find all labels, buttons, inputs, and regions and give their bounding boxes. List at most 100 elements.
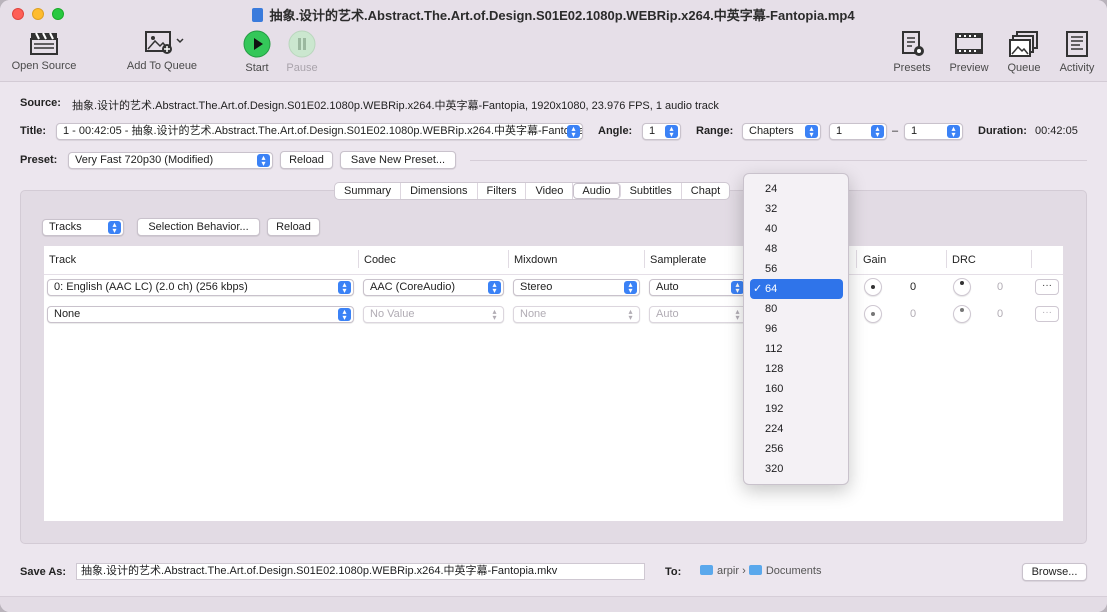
title-popup-value: 1 - 00:42:05 - 抽象.设计的艺术.Abstract.The.Art… bbox=[63, 125, 583, 137]
main-window: 抽象.设计的艺术.Abstract.The.Art.of.Design.S01E… bbox=[0, 0, 1107, 612]
tab-chapters[interactable]: Chapt bbox=[682, 183, 729, 199]
samplerate-value: Auto bbox=[656, 308, 679, 320]
track-source-value: None bbox=[54, 308, 81, 320]
mixdown-popup[interactable]: None ▴ ▾ bbox=[513, 306, 640, 323]
activity-button[interactable]: Activity bbox=[1054, 30, 1100, 74]
bitrate-option[interactable]: 40 bbox=[750, 219, 843, 239]
bitrate-option[interactable]: 112 bbox=[750, 339, 843, 359]
window-title-text: 抽象.设计的艺术.Abstract.The.Art.of.Design.S01E… bbox=[269, 8, 855, 23]
activity-icon bbox=[1066, 31, 1088, 57]
range-popup[interactable]: Chapters ▴ ▾ bbox=[742, 123, 821, 140]
bitrate-option[interactable]: 224 bbox=[750, 419, 843, 439]
title-popup[interactable]: 1 - 00:42:05 - 抽象.设计的艺术.Abstract.The.Art… bbox=[56, 123, 583, 140]
popup-arrows-icon: ▴ ▾ bbox=[492, 307, 497, 322]
track-options-button[interactable]: ··· bbox=[1035, 306, 1059, 322]
angle-label: Angle: bbox=[598, 125, 633, 137]
gain-knob[interactable] bbox=[864, 305, 882, 323]
track-options-button[interactable]: ··· bbox=[1035, 279, 1059, 295]
tab-subtitles[interactable]: Subtitles bbox=[621, 183, 682, 199]
tab-dimensions[interactable]: Dimensions bbox=[401, 183, 478, 199]
bitrate-option[interactable]: 48 bbox=[750, 239, 843, 259]
bitrate-option[interactable]: 56 bbox=[750, 259, 843, 279]
range-dash: – bbox=[892, 125, 899, 137]
tab-summary[interactable]: Summary bbox=[335, 183, 402, 199]
bitrate-option[interactable]: 128 bbox=[750, 359, 843, 379]
column-header-drc: DRC bbox=[952, 254, 976, 266]
range-label: Range: bbox=[696, 125, 734, 137]
preset-reload-button[interactable]: Reload bbox=[280, 151, 333, 169]
add-to-queue-icon bbox=[145, 31, 184, 54]
popup-arrows-icon: ▴ ▾ bbox=[108, 221, 121, 235]
popup-arrows-icon: ▴ ▾ bbox=[567, 125, 580, 139]
popup-arrows-icon: ▴ ▾ bbox=[947, 125, 960, 139]
add-to-queue-button[interactable]: Add To Queue bbox=[124, 30, 200, 72]
bitrate-option[interactable]: 96 bbox=[750, 319, 843, 339]
range-end-value: 1 bbox=[911, 125, 918, 137]
window-title: 抽象.设计的艺术.Abstract.The.Art.of.Design.S01E… bbox=[0, 5, 1107, 24]
tab-video[interactable]: Video bbox=[526, 183, 574, 199]
samplerate-popup[interactable]: Auto ▴ ▾ bbox=[649, 306, 747, 323]
drc-knob[interactable] bbox=[953, 305, 971, 323]
window-bottom-edge bbox=[0, 596, 1107, 612]
path-chevron-icon: › bbox=[742, 565, 746, 577]
bitrate-menu: 24 32 40 48 56 ✓ 64 80 96 112 128 160 192… bbox=[743, 173, 849, 485]
table-header-divider bbox=[44, 274, 1063, 275]
bitrate-option-selected[interactable]: ✓ 64 bbox=[750, 279, 843, 299]
tab-audio[interactable]: Audio bbox=[573, 183, 621, 199]
browse-button[interactable]: Browse... bbox=[1022, 563, 1087, 581]
popup-arrows-icon: ▴ ▾ bbox=[338, 308, 351, 322]
presets-button[interactable]: Presets bbox=[890, 30, 934, 74]
samplerate-popup[interactable]: Auto ▴ ▾ bbox=[649, 279, 747, 296]
destination-path[interactable]: arpir › Documents bbox=[700, 565, 821, 577]
bitrate-option-label: 64 bbox=[765, 283, 778, 295]
save-as-field[interactable]: 抽象.设计的艺术.Abstract.The.Art.of.Design.S01E… bbox=[76, 563, 645, 580]
popup-arrows-icon: ▴ ▾ bbox=[488, 281, 501, 295]
popup-arrows-icon: ▴ ▾ bbox=[871, 125, 884, 139]
track-source-popup[interactable]: 0: English (AAC LC) (2.0 ch) (256 kbps) … bbox=[47, 279, 354, 296]
bitrate-option[interactable]: 320 bbox=[750, 459, 843, 479]
range-end-popup[interactable]: 1 ▴ ▾ bbox=[904, 123, 963, 140]
source-info: 抽象.设计的艺术.Abstract.The.Art.of.Design.S01E… bbox=[72, 100, 719, 112]
bitrate-option[interactable]: 32 bbox=[750, 199, 843, 219]
column-separator bbox=[1031, 250, 1032, 268]
column-header-track: Track bbox=[49, 254, 77, 266]
bitrate-option[interactable]: 192 bbox=[750, 399, 843, 419]
bitrate-option[interactable]: 160 bbox=[750, 379, 843, 399]
audio-reload-button[interactable]: Reload bbox=[267, 218, 320, 236]
mixdown-popup[interactable]: Stereo ▴ ▾ bbox=[513, 279, 640, 296]
save-new-preset-button[interactable]: Save New Preset... bbox=[340, 151, 456, 169]
queue-button[interactable]: Queue bbox=[1004, 30, 1044, 74]
pause-icon bbox=[288, 30, 316, 58]
open-source-button[interactable]: Open Source bbox=[10, 30, 78, 72]
mixdown-value: Stereo bbox=[520, 281, 553, 293]
drc-knob[interactable] bbox=[953, 278, 971, 296]
range-start-popup[interactable]: 1 ▴ ▾ bbox=[829, 123, 887, 140]
tracks-popup[interactable]: Tracks ▴ ▾ bbox=[42, 219, 124, 236]
bitrate-option[interactable]: 24 bbox=[750, 179, 843, 199]
track-source-popup[interactable]: None ▴ ▾ bbox=[47, 306, 354, 323]
duration-value: 00:42:05 bbox=[1035, 125, 1078, 137]
bitrate-option[interactable]: 80 bbox=[750, 299, 843, 319]
pause-button[interactable]: Pause bbox=[284, 30, 320, 74]
selection-behavior-button[interactable]: Selection Behavior... bbox=[137, 218, 260, 236]
popup-arrows-icon: ▴ ▾ bbox=[624, 281, 637, 295]
preset-popup[interactable]: Very Fast 720p30 (Modified) ▴ ▾ bbox=[68, 152, 273, 169]
angle-popup[interactable]: 1 ▴ ▾ bbox=[642, 123, 681, 140]
preview-button[interactable]: Preview bbox=[946, 30, 992, 74]
start-button[interactable]: Start bbox=[240, 30, 274, 74]
open-source-label: Open Source bbox=[11, 60, 77, 72]
mixdown-value: None bbox=[520, 308, 547, 320]
column-header-gain: Gain bbox=[863, 254, 887, 266]
gain-knob[interactable] bbox=[864, 278, 882, 296]
add-to-queue-label: Add To Queue bbox=[126, 60, 198, 72]
bitrate-option[interactable]: 256 bbox=[750, 439, 843, 459]
column-separator bbox=[358, 250, 359, 268]
column-header-samplerate: Samplerate bbox=[650, 254, 707, 266]
column-header-mixdown: Mixdown bbox=[514, 254, 558, 266]
codec-value: AAC (CoreAudio) bbox=[370, 281, 455, 293]
tab-filters[interactable]: Filters bbox=[478, 183, 527, 199]
popup-arrows-icon: ▴ ▾ bbox=[665, 125, 678, 139]
codec-value: No Value bbox=[370, 308, 415, 320]
codec-popup[interactable]: AAC (CoreAudio) ▴ ▾ bbox=[363, 279, 504, 296]
codec-popup[interactable]: No Value ▴ ▾ bbox=[363, 306, 504, 323]
